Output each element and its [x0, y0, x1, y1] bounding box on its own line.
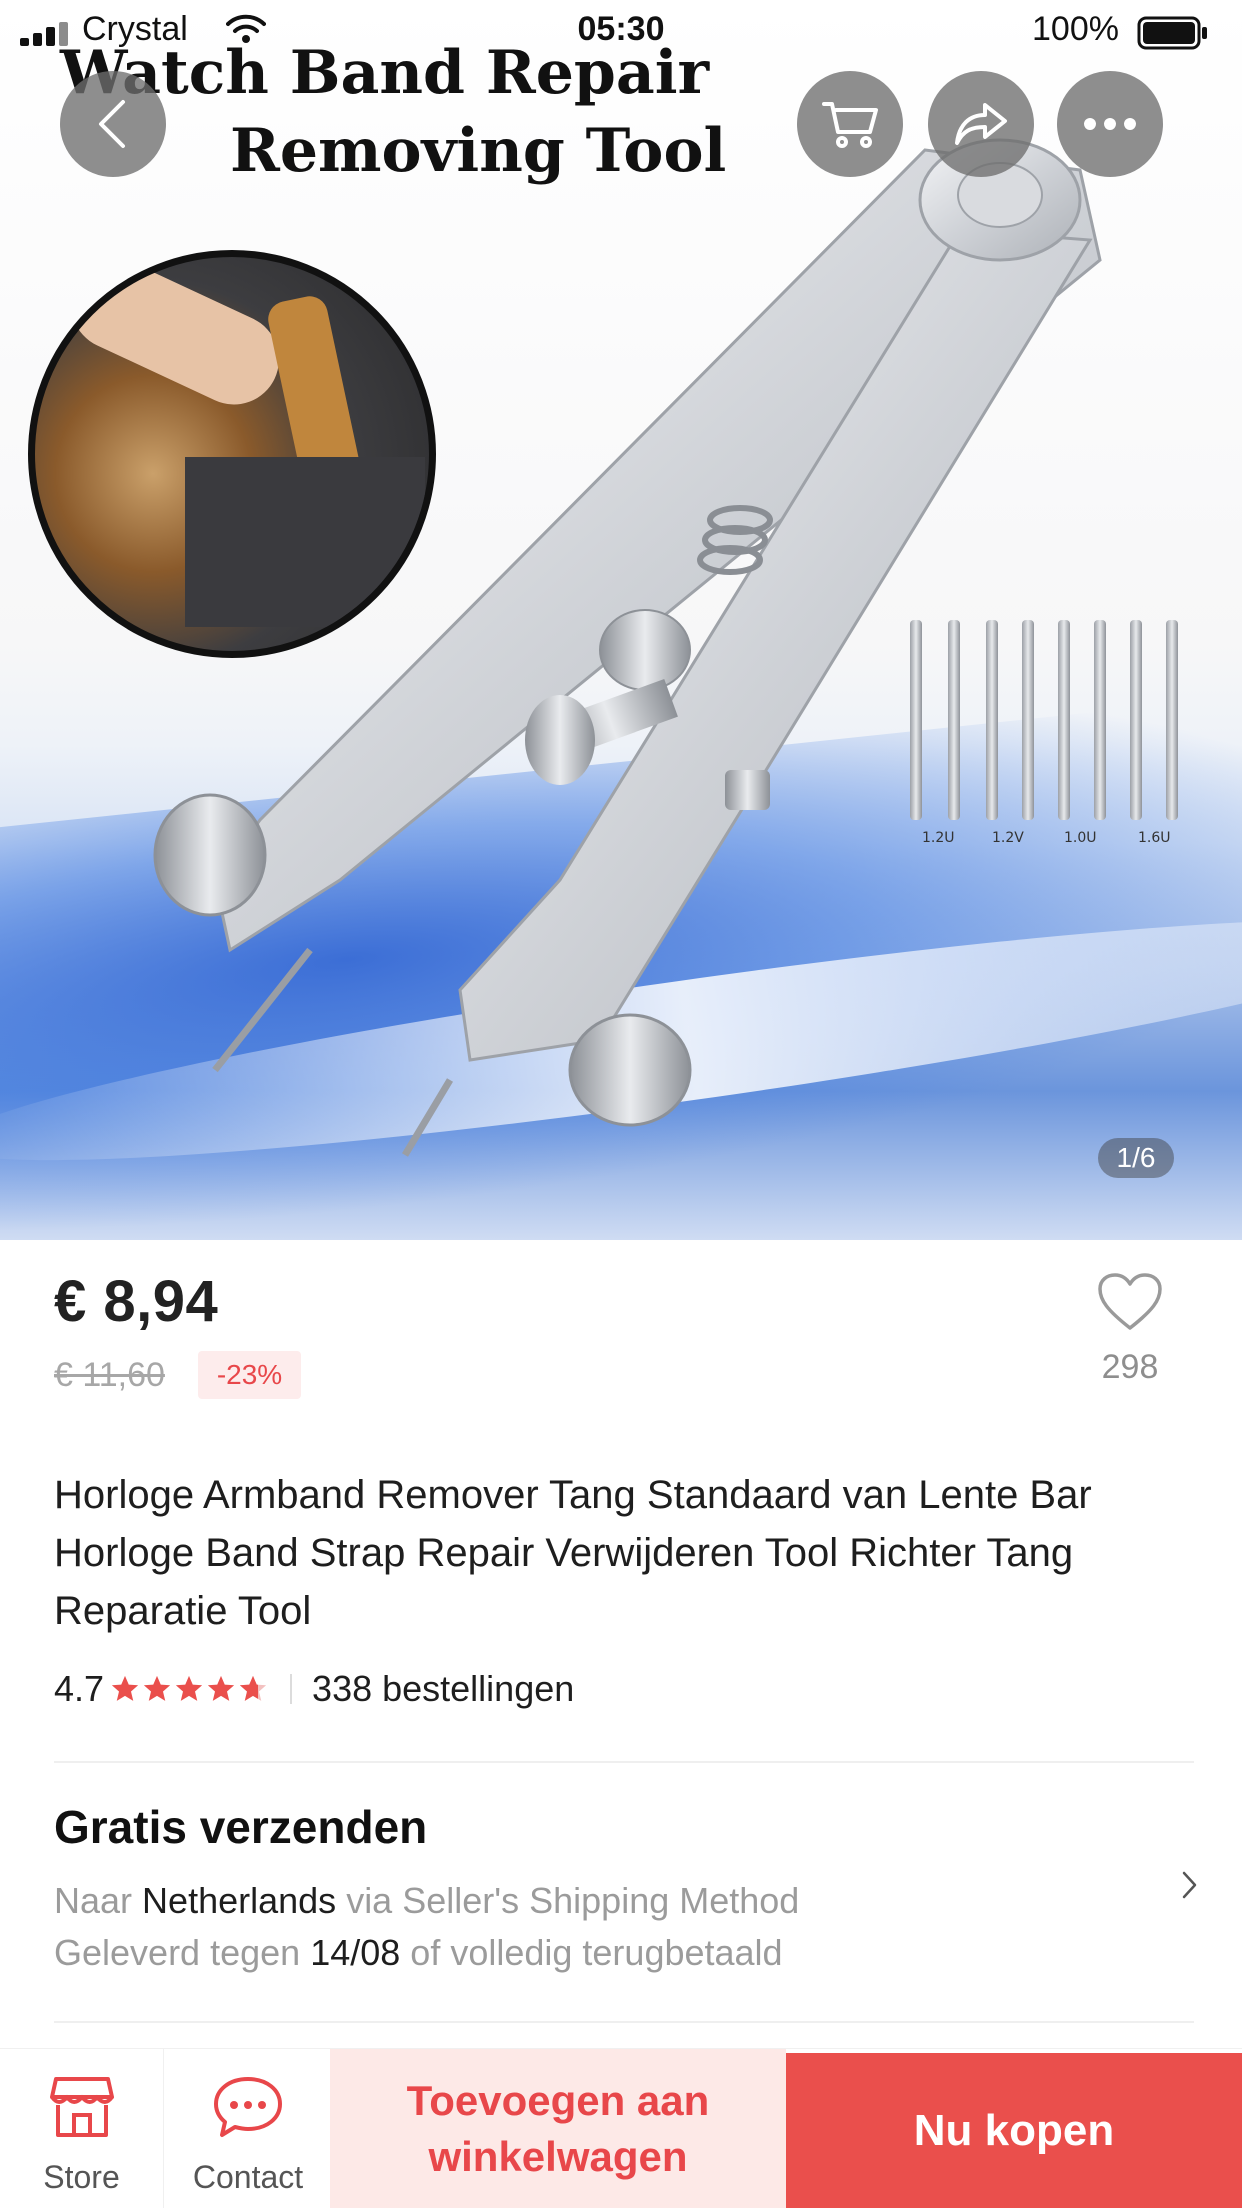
chat-bubble-icon [214, 2077, 282, 2137]
star-icon [143, 1675, 171, 1701]
spare-pin [1058, 620, 1070, 820]
wishlist-count: 298 [1101, 1348, 1159, 1386]
shipping-country: Netherlands [142, 1880, 337, 1921]
add-to-cart-button[interactable]: Toevoegen aan winkelwagen [330, 2049, 786, 2208]
order-count: 338 bestellingen [312, 1668, 575, 1709]
shipping-destination: Naar Netherlands via Seller's Shipping M… [54, 1880, 799, 1922]
star-half-icon [239, 1675, 267, 1701]
spare-pin [948, 620, 960, 820]
spare-pin [910, 620, 922, 820]
status-bar: Crystal 05:30 100% [0, 0, 1242, 60]
pin-label: 1.2U [922, 830, 955, 846]
pin-label: 1.2V [992, 830, 1024, 846]
spare-pin [1022, 620, 1034, 820]
heart-icon [1098, 1273, 1162, 1330]
rating-stars [110, 1674, 270, 1704]
rating-value: 4.7 [54, 1668, 105, 1709]
battery-icon [1137, 16, 1207, 50]
spare-pin [1166, 620, 1178, 820]
cart-icon [822, 102, 878, 148]
shipping-title: Gratis verzenden [54, 1801, 428, 1853]
product-title: Horloge Armband Remover Tang Standaard v… [54, 1473, 1092, 1633]
rating-row[interactable]: 4.7 338 bestellingen [54, 1664, 574, 1714]
spare-pins: 1.2U 1.2V 1.0U 1.6U [900, 620, 1200, 860]
spare-pin [1130, 620, 1142, 820]
delivery-suffix: of volledig terugbetaald [410, 1932, 783, 1973]
star-icon [111, 1675, 139, 1701]
shipping-destination-prefix: Naar [54, 1880, 133, 1921]
share-button[interactable] [928, 71, 1034, 177]
original-price: € 11,60 [54, 1356, 165, 1394]
divider [54, 2021, 1194, 2023]
divider [290, 1674, 293, 1704]
more-options-button[interactable] [1057, 71, 1163, 177]
store-label: Store [43, 2159, 120, 2195]
pin-label: 1.6U [1138, 830, 1171, 846]
pin-label: 1.0U [1064, 830, 1097, 846]
add-to-cart-label: Toevoegen aan winkelwagen [406, 2077, 710, 2180]
battery-percentage: 100% [1032, 10, 1119, 48]
current-price: € 8,94 [54, 1269, 219, 1334]
spare-pin [986, 620, 998, 820]
product-image-gallery[interactable]: Watch Band Repair Removing Tool 1.2U 1.2… [0, 0, 1242, 1240]
divider [54, 1761, 1194, 1763]
spare-pin [1094, 620, 1106, 820]
share-icon [955, 103, 1007, 145]
buy-now-label: Nu kopen [913, 2106, 1115, 2155]
bottom-action-bar: Store Contact Toevoegen aan winkelwagen … [0, 2048, 1242, 2208]
wishlist-button[interactable] [1092, 1272, 1168, 1337]
chevron-left-icon [99, 100, 125, 148]
shipping-delivery-date: Geleverd tegen 14/08 of volledig terugbe… [54, 1932, 783, 1974]
contact-button[interactable]: Contact [166, 2049, 330, 2208]
discount-badge: -23% [198, 1351, 301, 1399]
delivery-prefix: Geleverd tegen [54, 1932, 301, 1973]
chevron-right-icon [1182, 1871, 1197, 1899]
buy-now-button[interactable]: Nu kopen [786, 2053, 1242, 2208]
back-button[interactable] [60, 71, 166, 177]
image-page-indicator: 1/6 [1098, 1138, 1174, 1178]
star-icon [175, 1675, 203, 1701]
star-icon [207, 1675, 235, 1701]
store-icon [50, 2077, 114, 2137]
cart-button[interactable] [797, 71, 903, 177]
store-button[interactable]: Store [0, 2049, 164, 2208]
more-dots-icon [1084, 118, 1136, 130]
contact-label: Contact [192, 2159, 304, 2195]
delivery-date: 14/08 [310, 1932, 401, 1973]
shipping-method: via Seller's Shipping Method [346, 1880, 800, 1921]
